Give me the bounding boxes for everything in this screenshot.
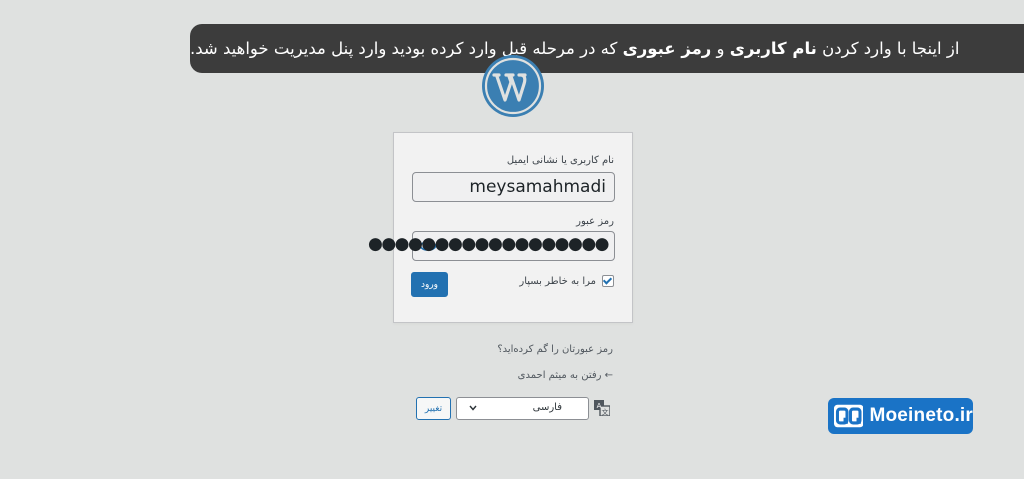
svg-text:文: 文 — [602, 408, 609, 417]
remember-label: مرا به خاطر بسپار — [519, 275, 596, 287]
brand-badge: Moeineto.ir — [828, 398, 973, 434]
language-select[interactable]: فارسی — [456, 397, 589, 420]
instruction-banner: از اینجا با وارد کردن نام کاربری و رمز ع… — [190, 24, 1024, 73]
language-selected: فارسی — [532, 402, 562, 413]
wordpress-logo-icon[interactable] — [480, 53, 546, 119]
brand-name: Moeineto.ir — [869, 405, 973, 426]
banner-text: از اینجا با وارد کردن نام کاربری و رمز ع… — [190, 39, 960, 58]
username-input[interactable]: meysamahmadi — [412, 172, 615, 202]
login-form: نام کاربری یا نشانی ایمیل meysamahmadi ر… — [368, 132, 633, 323]
change-language-button[interactable]: تغییر — [416, 397, 451, 420]
lost-password-link[interactable]: رمز عبورتان را گم کرده‌اید؟ — [497, 344, 613, 355]
remember-me[interactable]: مرا به خاطر بسپار — [519, 275, 614, 287]
translate-icon: A 文 — [594, 400, 610, 416]
password-input[interactable]: ●●●●●●●●●●●●●●●●●● — [368, 231, 615, 261]
username-label: نام کاربری یا نشانی ایمیل — [506, 155, 614, 166]
back-to-site-link[interactable]: ← رفتن به میثم احمدی — [518, 370, 613, 381]
brand-logo-icon — [834, 404, 864, 428]
chevron-down-icon — [469, 405, 477, 411]
password-label: رمز عبور — [576, 216, 614, 227]
password-value: ●●●●●●●●●●●●●●●●●● — [367, 234, 610, 254]
login-button[interactable]: ورود — [411, 272, 448, 297]
remember-checkbox[interactable] — [602, 275, 614, 287]
username-value: meysamahmadi — [469, 177, 606, 197]
